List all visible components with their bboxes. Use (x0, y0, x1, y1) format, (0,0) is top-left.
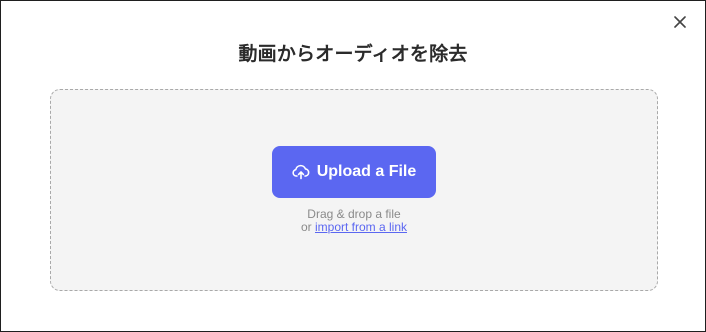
dropzone-hint: Drag & drop a file or import from a link (51, 208, 657, 234)
import-from-link[interactable]: import from a link (315, 220, 407, 234)
upload-dialog: 動画からオーディオを除去 Upload a File Drag & drop a… (0, 0, 706, 332)
dialog-title: 動画からオーディオを除去 (238, 44, 468, 65)
cloud-upload-icon (292, 164, 310, 180)
import-line: or import from a link (51, 221, 657, 234)
close-button[interactable] (669, 11, 691, 33)
upload-file-label: Upload a File (316, 163, 417, 180)
file-dropzone[interactable]: Upload a File Drag & drop a file or impo… (50, 89, 658, 291)
close-icon (674, 16, 686, 28)
or-text: or (300, 220, 312, 234)
upload-file-button[interactable]: Upload a File (272, 146, 436, 198)
